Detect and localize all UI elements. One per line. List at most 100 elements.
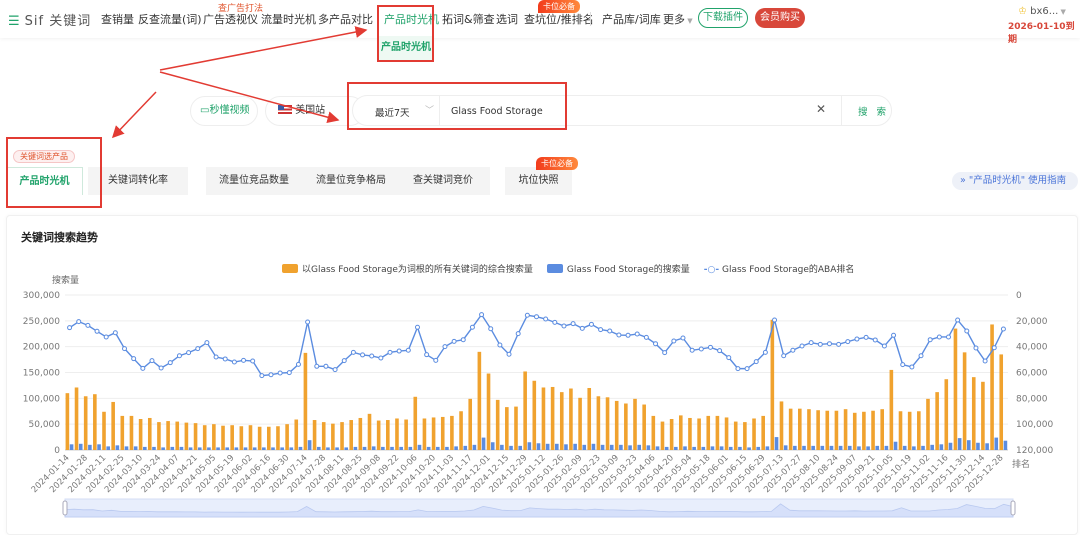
bar-volume — [609, 444, 614, 450]
usage-guide-button[interactable]: » "产品时光机" 使用指南 — [952, 172, 1078, 190]
zoom-handle-left[interactable] — [62, 500, 68, 516]
bar-volume — [307, 440, 312, 450]
nav-traffic-timemachine[interactable]: 流量时光机 — [261, 11, 316, 27]
bar-total — [596, 396, 601, 450]
search-button[interactable]: 搜 索 — [858, 104, 889, 118]
bar-volume — [921, 445, 925, 450]
bar-volume — [490, 442, 495, 450]
tab-keyword-conversion[interactable]: 关键词转化率 — [88, 167, 188, 195]
bar-volume — [728, 446, 733, 450]
bar-volume — [408, 446, 413, 450]
bar-volume — [106, 446, 110, 450]
rank-point — [76, 319, 82, 325]
highlight-box-nav — [377, 5, 434, 62]
rank-point — [689, 347, 695, 353]
nav-sales[interactable]: 查销量 — [101, 11, 134, 27]
video-button[interactable]: ▭秒懂视频 — [190, 96, 258, 126]
bar-total — [386, 420, 390, 450]
guide-label: "产品时光机" 使用指南 — [968, 175, 1067, 186]
bar-volume — [847, 445, 852, 450]
bar-total — [569, 388, 573, 450]
rank-point — [707, 344, 713, 350]
bar-volume — [371, 446, 376, 450]
rank-point — [451, 338, 457, 344]
bar-volume — [454, 446, 458, 450]
bar-total — [486, 373, 491, 450]
bar-volume — [1003, 440, 1008, 450]
rank-point — [643, 334, 649, 340]
bar-total — [523, 371, 527, 450]
bar-total — [678, 415, 683, 450]
rank-point — [195, 346, 201, 352]
close-icon[interactable]: ✕ — [816, 102, 826, 116]
logo[interactable]: ☰ Sif 关键词 — [8, 10, 91, 29]
download-plugin-button[interactable]: 下载插件 — [698, 8, 748, 28]
y2-tick-label: 100,000 — [1016, 420, 1053, 430]
bar-volume — [564, 444, 568, 450]
vip-purchase-button[interactable]: 会员购买 — [755, 8, 805, 28]
rank-point — [149, 358, 155, 364]
rank-point — [900, 362, 906, 368]
bar-total — [779, 401, 784, 450]
bar-total — [724, 417, 729, 450]
tab-keyword-bid[interactable]: 查关键词竞价 — [400, 167, 486, 195]
bar-total — [358, 417, 363, 450]
bar-total — [953, 328, 958, 450]
rank-point — [772, 317, 778, 323]
bar-total — [834, 410, 839, 450]
nav-reverse-traffic[interactable]: 反查流量(词) — [138, 11, 202, 27]
rank-point — [424, 352, 430, 358]
tab-traffic-competition[interactable]: 流量位竞争格局 — [306, 167, 396, 195]
bar-total — [166, 421, 170, 450]
bar-total — [120, 415, 125, 450]
nav-multi-compare[interactable]: 多产品对比 — [318, 11, 373, 27]
bar-volume — [756, 446, 761, 450]
nav-rank-check[interactable]: 查坑位/推排名 — [524, 11, 594, 27]
nav-select-words[interactable]: 选词 — [496, 11, 518, 27]
rank-point — [762, 349, 768, 355]
bar-total — [331, 423, 335, 450]
bar-total — [367, 413, 372, 450]
zoom-handle-right[interactable] — [1010, 500, 1016, 516]
bar-volume — [976, 442, 980, 450]
bar-volume — [88, 444, 92, 450]
rank-point — [506, 351, 512, 357]
rank-point — [662, 350, 668, 356]
nav-more[interactable]: 更多 ▼ — [663, 11, 693, 27]
nav-expand-keywords[interactable]: 拓词&筛查 — [442, 11, 495, 27]
bar-volume — [500, 444, 504, 450]
rank-point — [213, 354, 219, 360]
rank-point — [918, 353, 924, 359]
bar-total — [303, 352, 308, 450]
y2-tick-label: 60,000 — [1016, 369, 1048, 379]
rank-point — [808, 340, 814, 346]
rank-point — [497, 342, 503, 348]
bar-total — [477, 351, 482, 450]
bar-volume — [262, 447, 266, 450]
bar-total — [431, 417, 436, 450]
tab-slot-snapshot[interactable]: 坑位快照 — [505, 167, 572, 195]
rank-point — [790, 347, 796, 353]
rank-point — [955, 317, 961, 323]
user-menu[interactable]: ♔ bx6... ▼ — [1018, 6, 1066, 17]
bar-volume — [152, 446, 156, 450]
tab-traffic-competitors[interactable]: 流量位竞品数量 — [206, 167, 302, 195]
nav-product-library[interactable]: 产品库/词库 — [602, 11, 661, 27]
bar-volume — [664, 446, 669, 450]
bar-total — [962, 352, 967, 450]
logo-text: Sif 关键词 — [24, 14, 92, 29]
rank-point — [817, 341, 823, 347]
bar-total — [257, 426, 262, 450]
bar-volume — [957, 438, 962, 450]
bar-total — [321, 422, 326, 450]
bar-volume — [683, 446, 687, 450]
rank-point — [991, 345, 997, 351]
bar-total — [944, 379, 949, 450]
bar-volume — [884, 445, 889, 450]
rank-point — [909, 364, 915, 370]
rank-point — [122, 346, 128, 352]
bar-total — [688, 417, 692, 450]
bar-total — [816, 410, 820, 450]
rank-point — [442, 344, 448, 350]
bar-total — [578, 397, 582, 450]
